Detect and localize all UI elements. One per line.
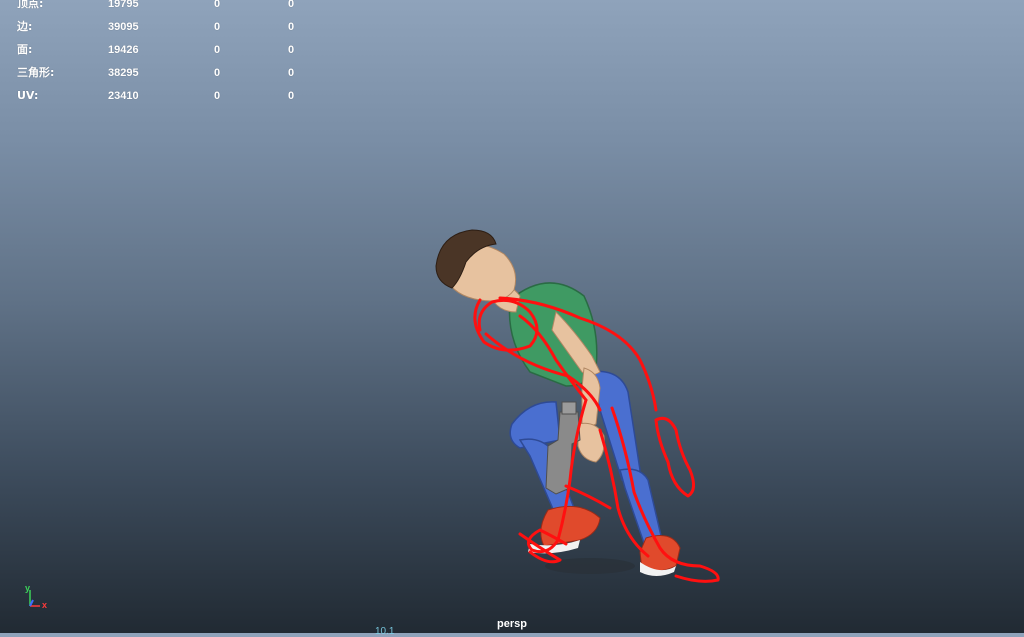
hud-value-selected: 0 — [214, 44, 221, 56]
hud-value-selected: 0 — [214, 21, 221, 33]
hud-label: 三角形: — [17, 66, 55, 79]
hud-value-total: 23410 — [108, 90, 139, 102]
bottom-partial-text: 10.1 — [375, 626, 395, 637]
hud-value-selected: 0 — [214, 90, 221, 102]
hud-value-total: 19795 — [108, 0, 139, 10]
axis-gizmo: y x — [18, 580, 58, 616]
axis-y-label: y — [25, 583, 31, 593]
hud-value-extra: 0 — [288, 67, 295, 79]
hud-row-uvs: UV: 23410 0 0 — [0, 88, 320, 104]
hud-row-faces: 面: 19426 0 0 — [0, 42, 320, 58]
hud-row-edges: 边: 39095 0 0 — [0, 19, 320, 35]
hud-value-total: 39095 — [108, 21, 139, 33]
hud-row-triangles: 三角形: 38295 0 0 — [0, 65, 320, 81]
hud-label: 面: — [17, 43, 33, 56]
hud-value-selected: 0 — [214, 67, 221, 79]
hud-row-vertices: 顶点: 19795 0 0 — [0, 0, 320, 12]
hud-poly-count: 顶点: 19795 0 0 边: 39095 0 0 面: 19426 0 0 … — [0, 0, 320, 110]
hud-value-extra: 0 — [288, 90, 295, 102]
front-shoe[interactable] — [540, 505, 601, 547]
hud-value-extra: 0 — [288, 44, 295, 56]
hud-value-total: 38295 — [108, 67, 139, 79]
gun-barrel — [561, 401, 577, 415]
axis-gizmo-icon — [29, 590, 40, 607]
hud-label: UV: — [17, 89, 39, 102]
axis-x-label: x — [42, 600, 48, 610]
character-model[interactable] — [435, 229, 681, 576]
camera-name-label: persp — [497, 618, 527, 630]
maya-perspective-viewport[interactable]: 顶点: 19795 0 0 边: 39095 0 0 面: 19426 0 0 … — [0, 0, 1024, 637]
hud-label: 顶点: — [17, 0, 44, 10]
hud-value-extra: 0 — [288, 21, 295, 33]
hud-value-total: 19426 — [108, 44, 139, 56]
hud-label: 边: — [17, 20, 33, 33]
hud-value-selected: 0 — [214, 0, 221, 10]
sketch-hand-loop — [654, 416, 695, 498]
hud-value-extra: 0 — [288, 0, 295, 10]
